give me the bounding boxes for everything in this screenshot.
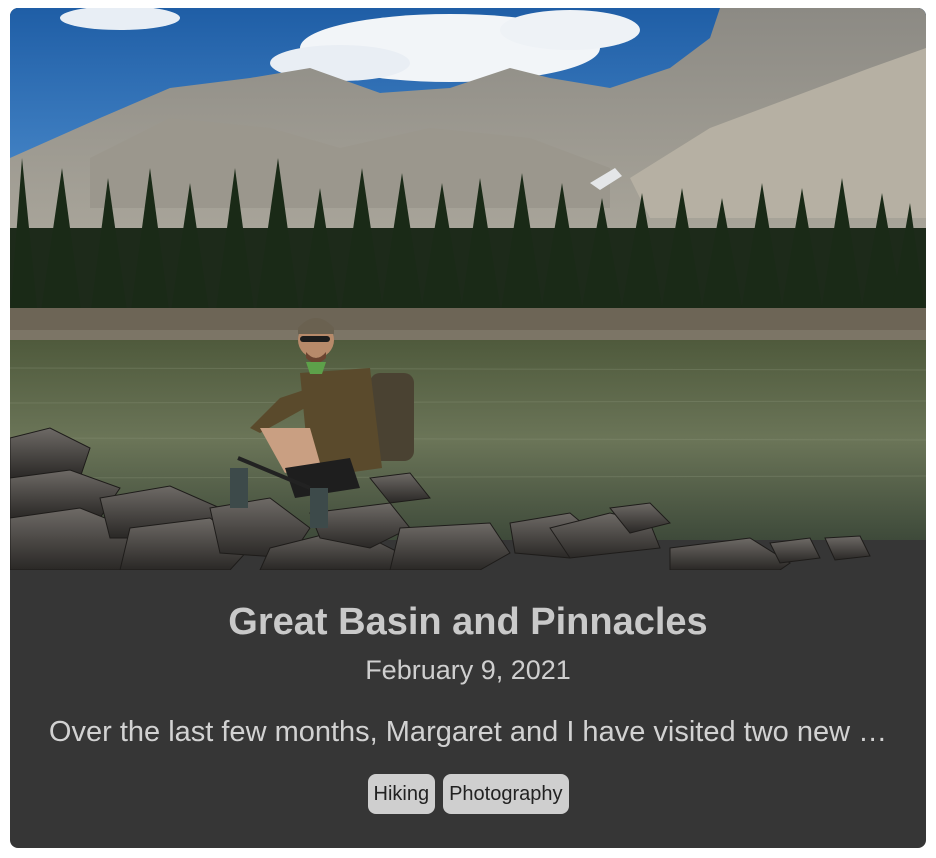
post-date: February 9, 2021 <box>365 655 571 685</box>
tag-photography[interactable]: Photography <box>443 774 569 814</box>
post-card[interactable]: Great Basin and Pinnacles February 9, 20… <box>10 8 926 848</box>
post-card-body: Great Basin and Pinnacles February 9, 20… <box>10 570 926 848</box>
post-excerpt: Over the last few months, Margaret and I… <box>48 716 888 748</box>
post-title[interactable]: Great Basin and Pinnacles <box>10 600 926 644</box>
tag-hiking[interactable]: Hiking <box>367 774 436 814</box>
post-hero-image[interactable] <box>10 8 926 570</box>
tag-list: Hiking Photography <box>10 774 926 814</box>
